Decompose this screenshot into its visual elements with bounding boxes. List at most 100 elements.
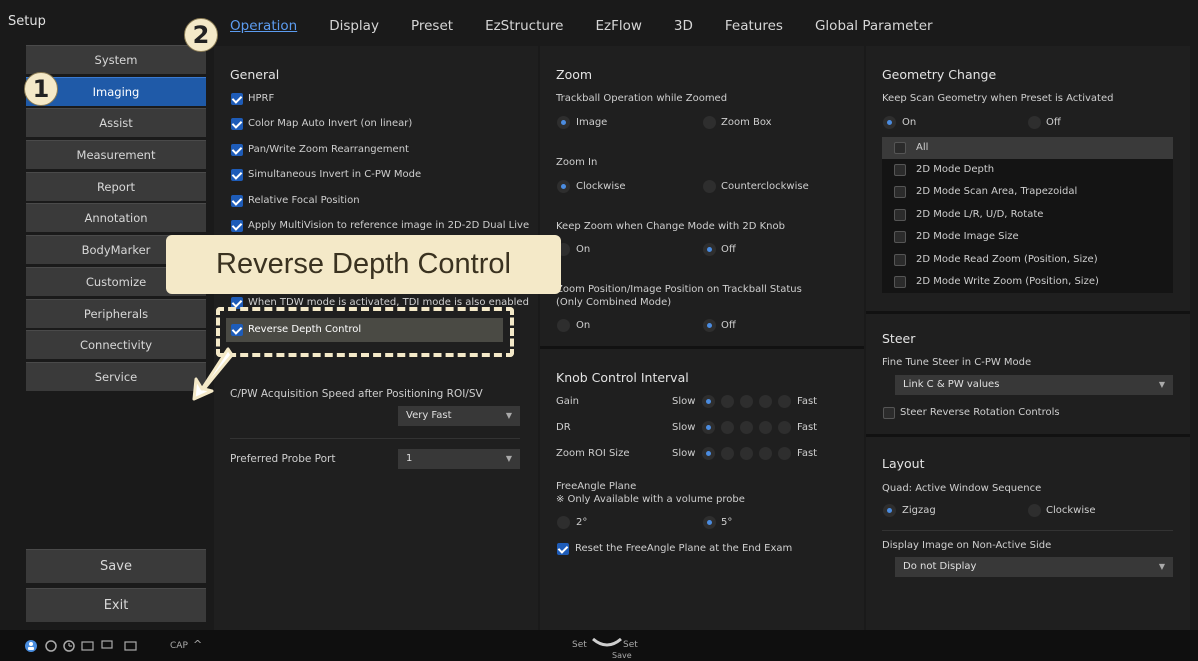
steer-reverse-label: Steer Reverse Rotation Controls [900, 407, 1060, 418]
disk-icon [45, 640, 57, 652]
geometry-write-zoom-checkbox[interactable] [894, 276, 906, 288]
zoom-position-sublabel: (Only Combined Mode) [556, 297, 672, 308]
dr-label: DR [556, 422, 571, 433]
dr-level-4-radio[interactable] [759, 421, 772, 434]
chevron-down-icon: ▼ [1158, 380, 1165, 389]
list-item[interactable]: 2D Mode Depth [882, 159, 1173, 181]
multivision-checkbox[interactable] [231, 220, 243, 232]
steer-reverse-checkbox[interactable] [883, 407, 895, 419]
list-item[interactable]: 2D Mode Read Zoom (Position, Size) [882, 249, 1173, 271]
fine-tune-value: Link C & PW values [903, 379, 1000, 390]
color-map-checkbox[interactable] [231, 118, 243, 130]
save-button[interactable]: Save [26, 549, 206, 583]
keep-zoom-off-radio[interactable] [703, 243, 716, 256]
zoom-in-clockwise-radio[interactable] [557, 180, 570, 193]
sidebar-item-assist[interactable]: Assist [26, 108, 206, 138]
gain-fast-label: Fast [797, 396, 818, 407]
steer-layout-divider [866, 434, 1190, 437]
acq-speed-select[interactable]: Very Fast ▼ [398, 406, 520, 426]
keep-geometry-off-label: Off [1046, 117, 1061, 128]
hprf-checkbox[interactable] [231, 93, 243, 105]
knob-title: Knob Control Interval [556, 370, 689, 385]
gain-level-4-radio[interactable] [759, 395, 772, 408]
zoom-position-on-radio[interactable] [557, 319, 570, 332]
chevron-up-icon[interactable]: ^ [193, 638, 202, 651]
quad-zigzag-label: Zigzag [902, 505, 936, 516]
tab-operation[interactable]: Operation [230, 18, 297, 38]
chevron-down-icon: ▼ [505, 454, 512, 463]
geometry-scan-area-checkbox[interactable] [894, 186, 906, 198]
tab-global-parameter[interactable]: Global Parameter [815, 18, 933, 38]
step-badge-2: 2 [184, 18, 218, 52]
pan-write-checkbox[interactable] [231, 144, 243, 156]
simultaneous-invert-checkbox[interactable] [231, 169, 243, 181]
tab-ezflow[interactable]: EzFlow [595, 18, 641, 38]
exit-button[interactable]: Exit [26, 588, 206, 622]
reset-freeangle-checkbox[interactable] [557, 543, 569, 555]
trackball-zoombox-radio[interactable] [703, 116, 716, 129]
trackball-image-radio[interactable] [557, 116, 570, 129]
dr-level-5-radio[interactable] [778, 421, 791, 434]
gain-level-2-radio[interactable] [721, 395, 734, 408]
gain-level-5-radio[interactable] [778, 395, 791, 408]
zoom-roi-level-3-radio[interactable] [740, 447, 753, 460]
freeangle-2-radio[interactable] [557, 516, 570, 529]
focal-position-checkbox[interactable] [231, 195, 243, 207]
display-image-select[interactable]: Do not Display ▼ [895, 557, 1173, 577]
quad-clockwise-radio[interactable] [1028, 504, 1041, 517]
dr-level-2-radio[interactable] [721, 421, 734, 434]
sidebar-item-report[interactable]: Report [26, 171, 206, 201]
list-item[interactable]: 2D Mode L/R, U/D, Rotate [882, 204, 1173, 226]
steer-title: Steer [882, 331, 916, 346]
display-image-label: Display Image on Non-Active Side [882, 540, 1052, 551]
tab-ezstructure[interactable]: EzStructure [485, 18, 563, 38]
tab-features[interactable]: Features [725, 18, 783, 38]
layout-title: Layout [882, 456, 925, 471]
keep-geometry-on-radio[interactable] [883, 116, 896, 129]
sidebar-item-peripherals[interactable]: Peripherals [26, 298, 206, 328]
zoom-roi-level-5-radio[interactable] [778, 447, 791, 460]
list-item[interactable]: 2D Mode Scan Area, Trapezoidal [882, 181, 1173, 203]
list-item[interactable]: 2D Mode Image Size [882, 226, 1173, 248]
pan-write-label: Pan/Write Zoom Rearrangement [248, 144, 409, 155]
sidebar-item-connectivity[interactable]: Connectivity [26, 330, 206, 360]
geometry-image-size-checkbox[interactable] [894, 231, 906, 243]
window-title: Setup [8, 14, 46, 29]
simultaneous-invert-label: Simultaneous Invert in C-PW Mode [248, 169, 422, 180]
sidebar-item-system[interactable]: System [26, 45, 206, 74]
monitor-icon [101, 640, 113, 649]
gain-level-1-radio[interactable] [702, 395, 715, 408]
gain-level-3-radio[interactable] [740, 395, 753, 408]
zoom-roi-level-1-radio[interactable] [702, 447, 715, 460]
dr-level-1-radio[interactable] [702, 421, 715, 434]
zoom-in-label: Zoom In [556, 157, 598, 168]
keep-zoom-label: Keep Zoom when Change Mode with 2D Knob [556, 221, 785, 232]
tab-display[interactable]: Display [329, 18, 379, 38]
zoom-position-off-radio[interactable] [703, 319, 716, 332]
fine-tune-select[interactable]: Link C & PW values ▼ [895, 375, 1173, 395]
quad-zigzag-radio[interactable] [883, 504, 896, 517]
zoom-in-counterclockwise-radio[interactable] [703, 180, 716, 193]
keep-geometry-off-radio[interactable] [1028, 116, 1041, 129]
geometry-steer-divider [866, 311, 1190, 314]
zoom-roi-level-4-radio[interactable] [759, 447, 772, 460]
geometry-read-zoom-checkbox[interactable] [894, 254, 906, 266]
fine-tune-label: Fine Tune Steer in C-PW Mode [882, 357, 1032, 368]
step-badge-1: 1 [24, 72, 58, 106]
geometry-depth-checkbox[interactable] [894, 164, 906, 176]
zoom-title: Zoom [556, 67, 593, 82]
zoom-in-clockwise-label: Clockwise [576, 181, 626, 192]
sidebar-item-annotation[interactable]: Annotation [26, 203, 206, 233]
sidebar-item-measurement[interactable]: Measurement [26, 140, 206, 170]
dr-level-3-radio[interactable] [740, 421, 753, 434]
list-item[interactable]: All [882, 137, 1173, 159]
zoom-roi-level-2-radio[interactable] [721, 447, 734, 460]
probe-port-select[interactable]: 1 ▼ [398, 449, 520, 469]
geometry-all-checkbox[interactable] [894, 142, 906, 154]
list-item[interactable]: 2D Mode Write Zoom (Position, Size) [882, 271, 1173, 293]
freeangle-5-radio[interactable] [703, 516, 716, 529]
geometry-lr-ud-checkbox[interactable] [894, 209, 906, 221]
sidebar-item-service[interactable]: Service [26, 361, 206, 391]
tab-preset[interactable]: Preset [411, 18, 453, 38]
tab-3d[interactable]: 3D [674, 18, 693, 38]
